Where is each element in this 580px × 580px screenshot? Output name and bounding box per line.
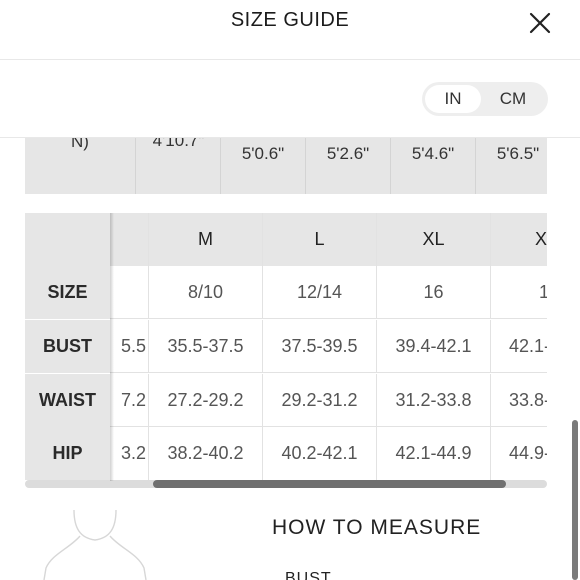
unit-toggle[interactable]: IN CM	[422, 82, 548, 116]
table-cell: 44.9-	[490, 427, 547, 480]
body-figure-icon	[43, 509, 147, 580]
modal-header: SIZE GUIDE	[0, 0, 580, 60]
unit-toggle-bar: IN CM	[0, 60, 580, 138]
table-cell: 8/10	[148, 266, 262, 319]
column-header: XL	[376, 213, 490, 266]
table-cell: 3.2	[120, 443, 146, 463]
table-cell: 35.5-37.5	[148, 320, 262, 373]
scrollbar-thumb[interactable]	[153, 480, 506, 488]
height-cell: 5'4.6"	[390, 138, 475, 194]
row-label: SIZE	[25, 266, 110, 319]
how-to-measure-heading: HOW TO MEASURE	[272, 516, 482, 539]
table-cell: 29.2-31.2	[262, 374, 376, 427]
sticky-column-shadow	[110, 213, 114, 481]
table-row: HIP 3.2 38.2-40.2 40.2-42.1 42.1-44.9 44…	[25, 427, 547, 480]
height-cell: 4'10.7"	[135, 138, 220, 194]
table-cell: 42.1-	[490, 320, 547, 373]
table-cell: 38.2-40.2	[148, 427, 262, 480]
table-cell: 12/14	[262, 266, 376, 319]
height-cell: 5'2.6"	[305, 138, 390, 194]
table-cell: 7.2	[120, 390, 146, 410]
page-title: SIZE GUIDE	[230, 9, 350, 31]
table-cell: 40.2-42.1	[262, 427, 376, 480]
table-cell: 27.2-29.2	[148, 374, 262, 427]
unit-option-cm[interactable]: CM	[482, 85, 544, 113]
table-row: BUST 5.5 35.5-37.5 37.5-39.5 39.4-42.1 4…	[25, 320, 547, 373]
table-cell: 39.4-42.1	[376, 320, 490, 373]
table-cell: 33.8-	[490, 374, 547, 427]
table-cell: 31.2-33.8	[376, 374, 490, 427]
height-cell: 5'6.5"	[475, 138, 547, 194]
column-header: XX	[490, 213, 547, 266]
table-row: WAIST 7.2 27.2-29.2 29.2-31.2 31.2-33.8 …	[25, 374, 547, 427]
table-cell: 42.1-44.9	[376, 427, 490, 480]
page-vertical-scrollbar[interactable]	[572, 420, 578, 580]
unit-option-in[interactable]: IN	[425, 85, 481, 113]
table-cell: 16	[376, 266, 490, 319]
size-table[interactable]: M L XL XX SIZE 8/10 12/14 16 1 BUST 5.5 …	[25, 213, 547, 481]
column-header: M	[148, 213, 262, 266]
table-cell	[110, 266, 148, 319]
table-cell: 5.5	[120, 336, 146, 356]
row-label: BUST	[25, 320, 110, 373]
height-cell: 5'0.6"	[220, 138, 305, 194]
row-label: HIP	[25, 427, 110, 480]
table-corner	[25, 213, 110, 266]
height-table[interactable]: N) 4'10.7" 5'0.6" 5'2.6" 5'4.6" 5'6.5"	[25, 138, 547, 194]
column-header	[110, 213, 148, 266]
column-header: L	[262, 213, 376, 266]
height-row-label: N)	[71, 138, 89, 151]
close-icon	[529, 12, 551, 34]
measure-item-label: BUST	[285, 570, 332, 580]
table-cell: 37.5-39.5	[262, 320, 376, 373]
table-horizontal-scrollbar[interactable]	[25, 480, 547, 488]
table-row: SIZE 8/10 12/14 16 1	[25, 266, 547, 319]
row-label: WAIST	[25, 374, 110, 427]
table-cell: 1	[490, 266, 547, 319]
close-button[interactable]	[526, 9, 554, 37]
